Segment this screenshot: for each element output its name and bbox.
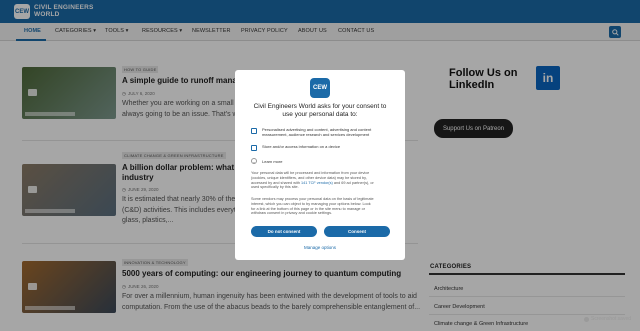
learn-more-toggle[interactable]: ⌄ Learn more bbox=[251, 158, 282, 164]
watermark-text: Screenshot saved bbox=[591, 316, 632, 322]
consent-title-line: Civil Engineers World asks for your cons… bbox=[253, 103, 387, 110]
consent-paragraph: Some vendors may process your personal d… bbox=[251, 197, 391, 216]
para-line: interest, which you can object to by man… bbox=[251, 201, 371, 206]
learn-more-label: Learn more bbox=[262, 158, 283, 164]
screenshot-watermark: Screenshot saved bbox=[584, 316, 631, 322]
device-icon bbox=[251, 144, 257, 151]
consent-button[interactable]: Consent bbox=[324, 226, 390, 237]
purpose-line: Store and/or access information on a dev… bbox=[262, 144, 341, 149]
para-line: withdraw consent in privacy and cookie s… bbox=[251, 211, 333, 216]
consent-logo: CEW bbox=[310, 78, 330, 98]
para-text: accessed by and shared with bbox=[251, 180, 302, 185]
consent-purpose: Store and/or access information on a dev… bbox=[251, 144, 393, 151]
purpose-text: Store and/or access information on a dev… bbox=[262, 144, 340, 151]
vendors-link[interactable]: 141 TCF vendor(s) bbox=[301, 181, 333, 185]
do-not-consent-button[interactable]: Do not consent bbox=[251, 226, 317, 237]
consent-title: Civil Engineers World asks for your cons… bbox=[245, 103, 395, 119]
purpose-line: measurement, audience research and servi… bbox=[262, 132, 370, 137]
people-icon bbox=[251, 127, 257, 134]
consent-title-line: use your personal data to: bbox=[282, 111, 358, 118]
watermark-icon bbox=[584, 316, 589, 322]
purpose-text: Personalised advertising and content, ad… bbox=[262, 127, 371, 137]
para-line: used specifically by this site. bbox=[251, 185, 299, 190]
para-text: and 69 ad partner(s), or bbox=[332, 180, 374, 185]
consent-dialog: CEW Civil Engineers World asks for your … bbox=[235, 70, 405, 260]
consent-purpose: Personalised advertising and content, ad… bbox=[251, 127, 393, 137]
chevron-down-icon: ⌄ bbox=[251, 158, 257, 164]
consent-paragraph: Your personal data will be processed and… bbox=[251, 171, 391, 190]
manage-options-link[interactable]: Manage options bbox=[235, 245, 405, 250]
